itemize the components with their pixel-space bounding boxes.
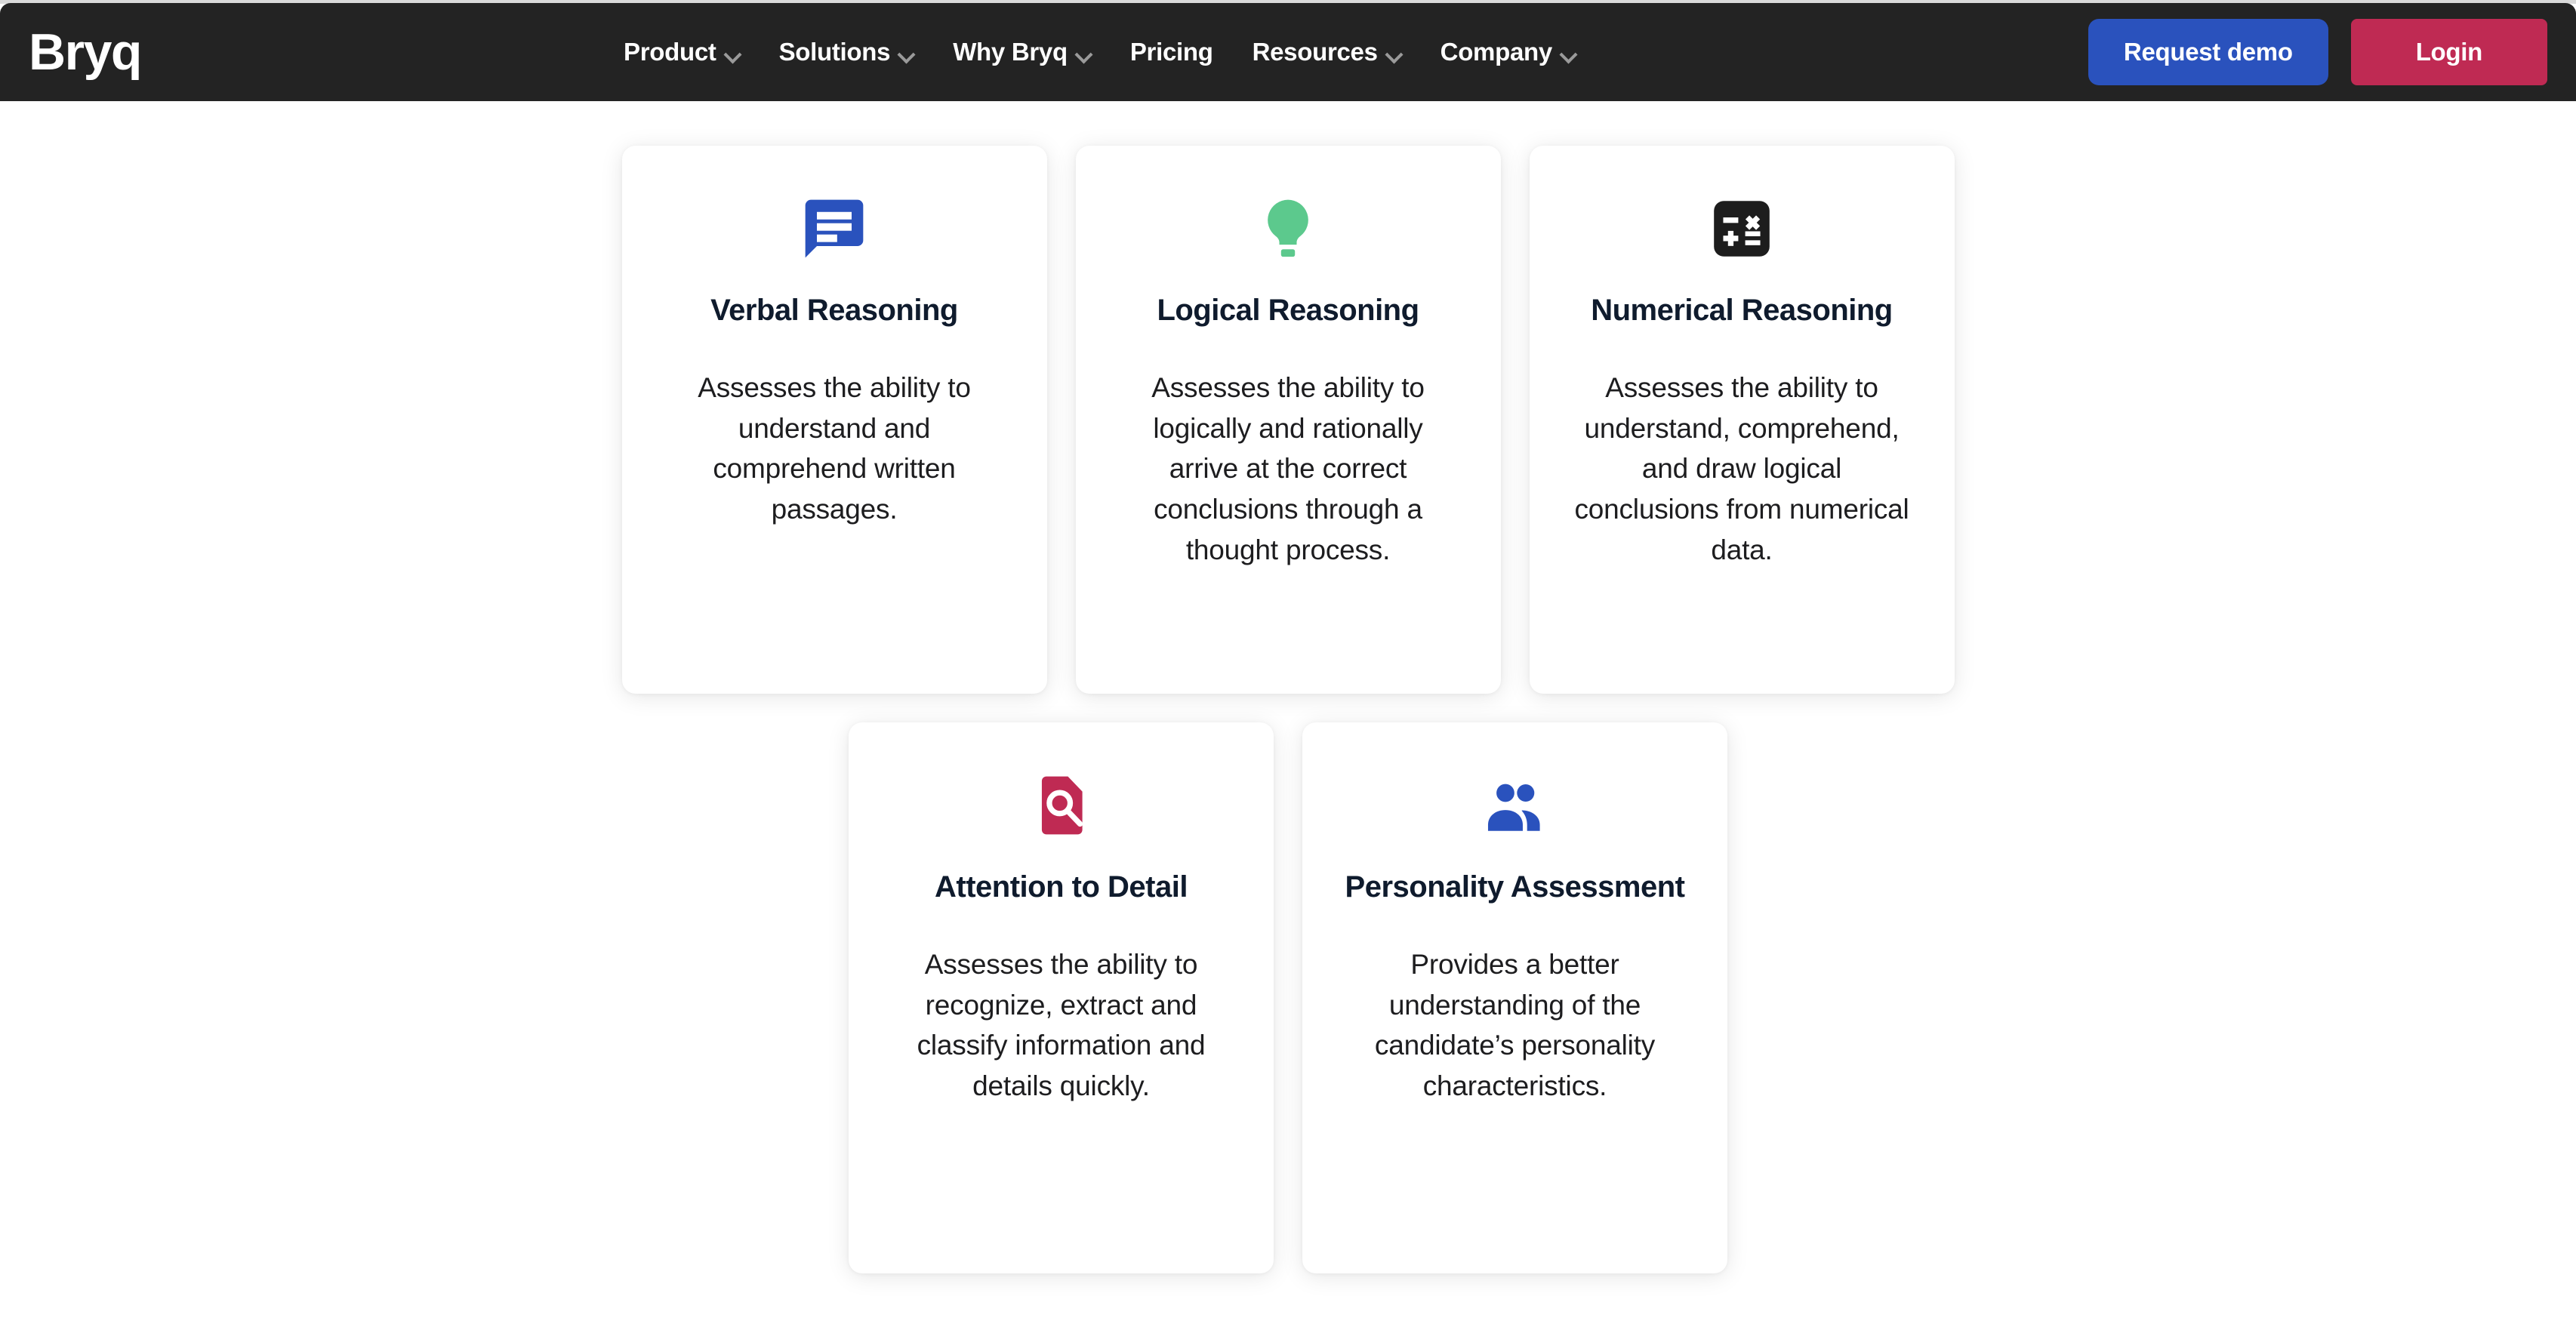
card-attention-to-detail[interactable]: Attention to Detail Assesses the ability… (849, 722, 1274, 1273)
nav-item-label: Product (624, 38, 716, 66)
cards-row-top: Verbal Reasoning Assesses the ability to… (0, 146, 2576, 694)
card-title: Personality Assessment (1345, 870, 1685, 904)
document-search-icon (1027, 765, 1096, 846)
card-description: Assesses the ability to understand, comp… (1574, 372, 1909, 565)
card-description: Assesses the ability to logically and ra… (1151, 372, 1425, 565)
nav-item-solutions[interactable]: Solutions (760, 29, 934, 75)
calculator-icon (1707, 188, 1776, 269)
login-button[interactable]: Login (2350, 19, 2547, 85)
card-verbal-reasoning[interactable]: Verbal Reasoning Assesses the ability to… (621, 146, 1047, 694)
chevron-down-icon (1561, 48, 1576, 57)
nav-item-resources[interactable]: Resources (1233, 29, 1421, 75)
chat-bubble-icon (800, 188, 869, 269)
card-description: Assesses the ability to recognize, extra… (917, 949, 1206, 1101)
nav-item-product[interactable]: Product (604, 29, 760, 75)
card-description: Provides a better understanding of the c… (1374, 949, 1656, 1101)
card-logical-reasoning[interactable]: Logical Reasoning Assesses the ability t… (1075, 146, 1501, 694)
card-title: Attention to Detail (935, 870, 1188, 904)
card-numerical-reasoning[interactable]: Numerical Reasoning Assesses the ability… (1529, 146, 1955, 694)
card-description: Assesses the ability to understand and c… (698, 372, 971, 525)
nav-item-label: Company (1440, 38, 1553, 66)
nav-item-company[interactable]: Company (1421, 29, 1595, 75)
chevron-down-icon (725, 48, 740, 57)
bryq-logo[interactable]: Bryq (29, 26, 142, 78)
card-personality-assessment[interactable]: Personality Assessment Provides a better… (1302, 722, 1727, 1273)
main-navigation: Product Solutions Why Bryq Pricing Resou… (604, 29, 1595, 75)
people-icon (1481, 765, 1550, 846)
nav-item-label: Pricing (1129, 38, 1213, 66)
request-demo-button[interactable]: Request demo (2088, 19, 2328, 85)
cards-row-bottom: Attention to Detail Assesses the ability… (0, 722, 2576, 1273)
chevron-down-icon (1076, 48, 1091, 57)
nav-item-label: Solutions (778, 38, 891, 66)
card-title: Numerical Reasoning (1591, 294, 1893, 327)
card-title: Verbal Reasoning (710, 294, 958, 327)
nav-item-label: Resources (1252, 38, 1378, 66)
nav-item-why-bryq[interactable]: Why Bryq (933, 29, 1111, 75)
header-actions: Request demo Login (2088, 19, 2547, 85)
card-title: Logical Reasoning (1157, 294, 1419, 327)
chevron-down-icon (898, 48, 914, 57)
page-root: Bryq Product Solutions Why Bryq Pricing … (0, 0, 2576, 1324)
nav-item-pricing[interactable]: Pricing (1111, 29, 1233, 75)
nav-item-label: Why Bryq (953, 38, 1068, 66)
lightbulb-icon (1253, 188, 1323, 269)
site-header: Bryq Product Solutions Why Bryq Pricing … (0, 3, 2576, 101)
assessment-cards-section: Verbal Reasoning Assesses the ability to… (0, 101, 2576, 1324)
chevron-down-icon (1386, 48, 1401, 57)
